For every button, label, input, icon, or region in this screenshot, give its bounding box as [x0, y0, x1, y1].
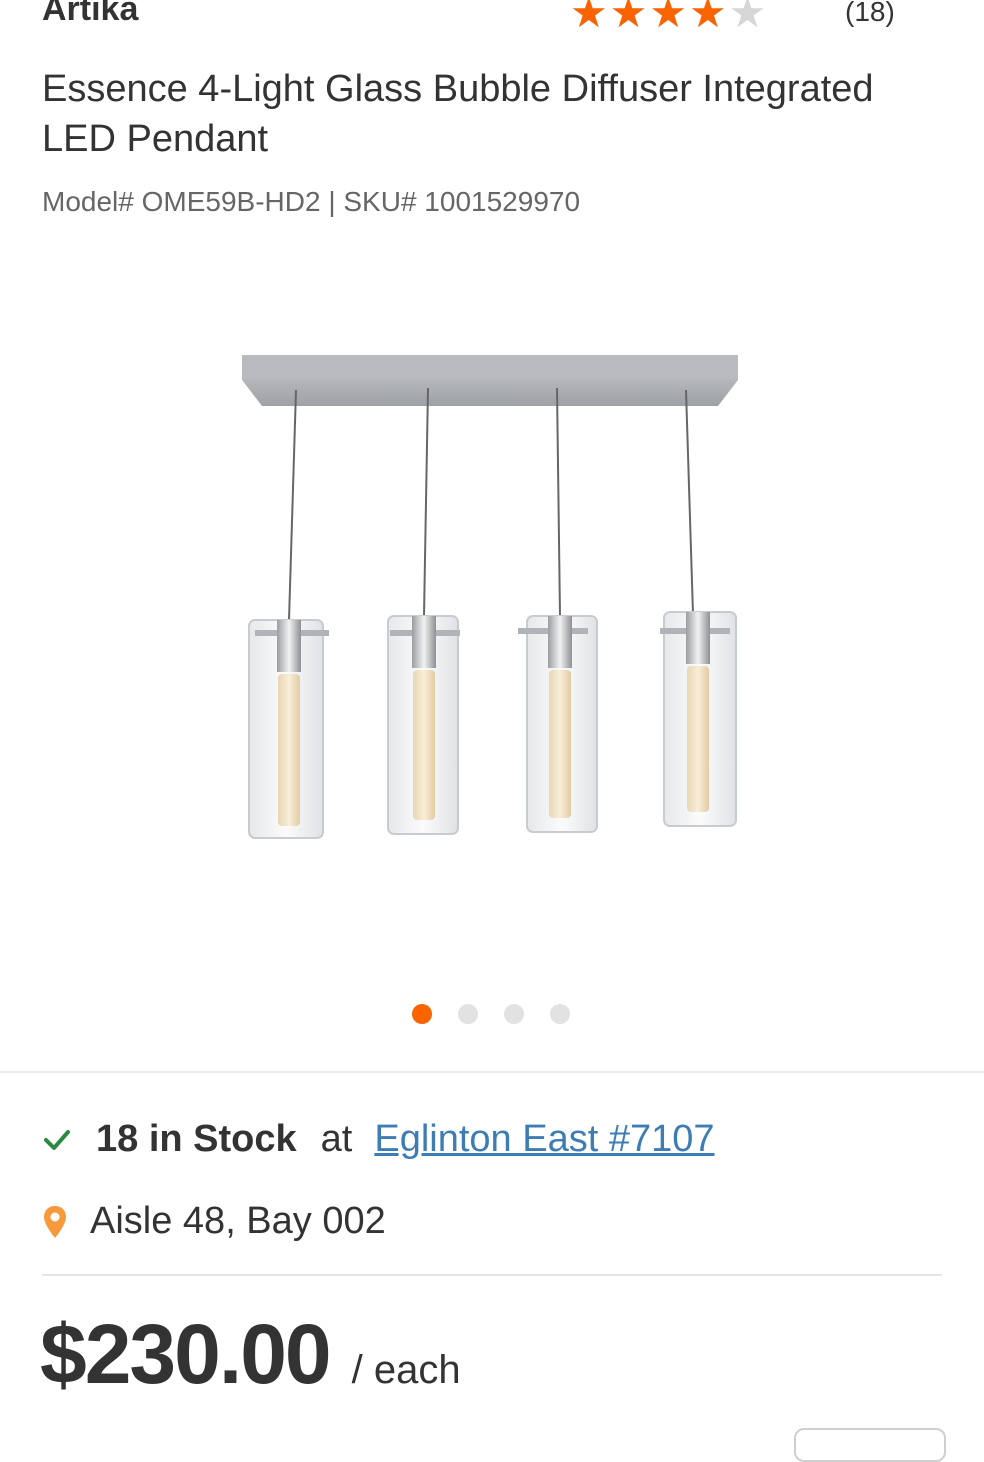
brand-name[interactable]: Artika	[42, 0, 138, 29]
check-icon	[44, 1129, 70, 1150]
product-image[interactable]	[0, 260, 984, 980]
stock-at-label: at	[320, 1118, 353, 1160]
price-block: $230.00 / each	[40, 1306, 461, 1403]
carousel-dot[interactable]	[550, 1004, 570, 1024]
star-icon: ★	[649, 0, 689, 36]
star-empty-icon: ★	[728, 0, 769, 36]
price-divider	[42, 1274, 942, 1276]
star-icon: ★	[570, 0, 610, 36]
stock-status: 18 in Stock at Eglinton East #7107	[42, 1118, 715, 1161]
carousel-dot[interactable]	[412, 1004, 432, 1024]
model-sku: Model# OME59B-HD2 | SKU# 1001529970	[42, 186, 581, 217]
stock-count: 18 in Stock	[96, 1118, 297, 1160]
quantity-control[interactable]	[794, 1428, 946, 1462]
aisle-text: Aisle 48, Bay 002	[90, 1200, 386, 1242]
location-pin-icon	[44, 1205, 66, 1238]
store-link[interactable]: Eglinton East #7107	[374, 1118, 714, 1161]
carousel-dots	[412, 1004, 570, 1024]
section-divider	[0, 1071, 984, 1073]
product-title: Essence 4-Light Glass Bubble Diffuser In…	[42, 68, 874, 160]
star-icon: ★	[688, 0, 729, 36]
carousel-dot[interactable]	[458, 1004, 478, 1024]
review-count[interactable]: (18)	[845, 0, 895, 28]
price-unit: / each	[351, 1348, 461, 1392]
rating-stars[interactable]: ★★★★★	[570, 0, 768, 37]
pendant-light-icon	[242, 355, 738, 839]
price: $230.00	[40, 1307, 332, 1401]
carousel-dot[interactable]	[504, 1004, 524, 1024]
star-icon: ★	[609, 0, 650, 36]
aisle-location: Aisle 48, Bay 002	[42, 1200, 386, 1243]
